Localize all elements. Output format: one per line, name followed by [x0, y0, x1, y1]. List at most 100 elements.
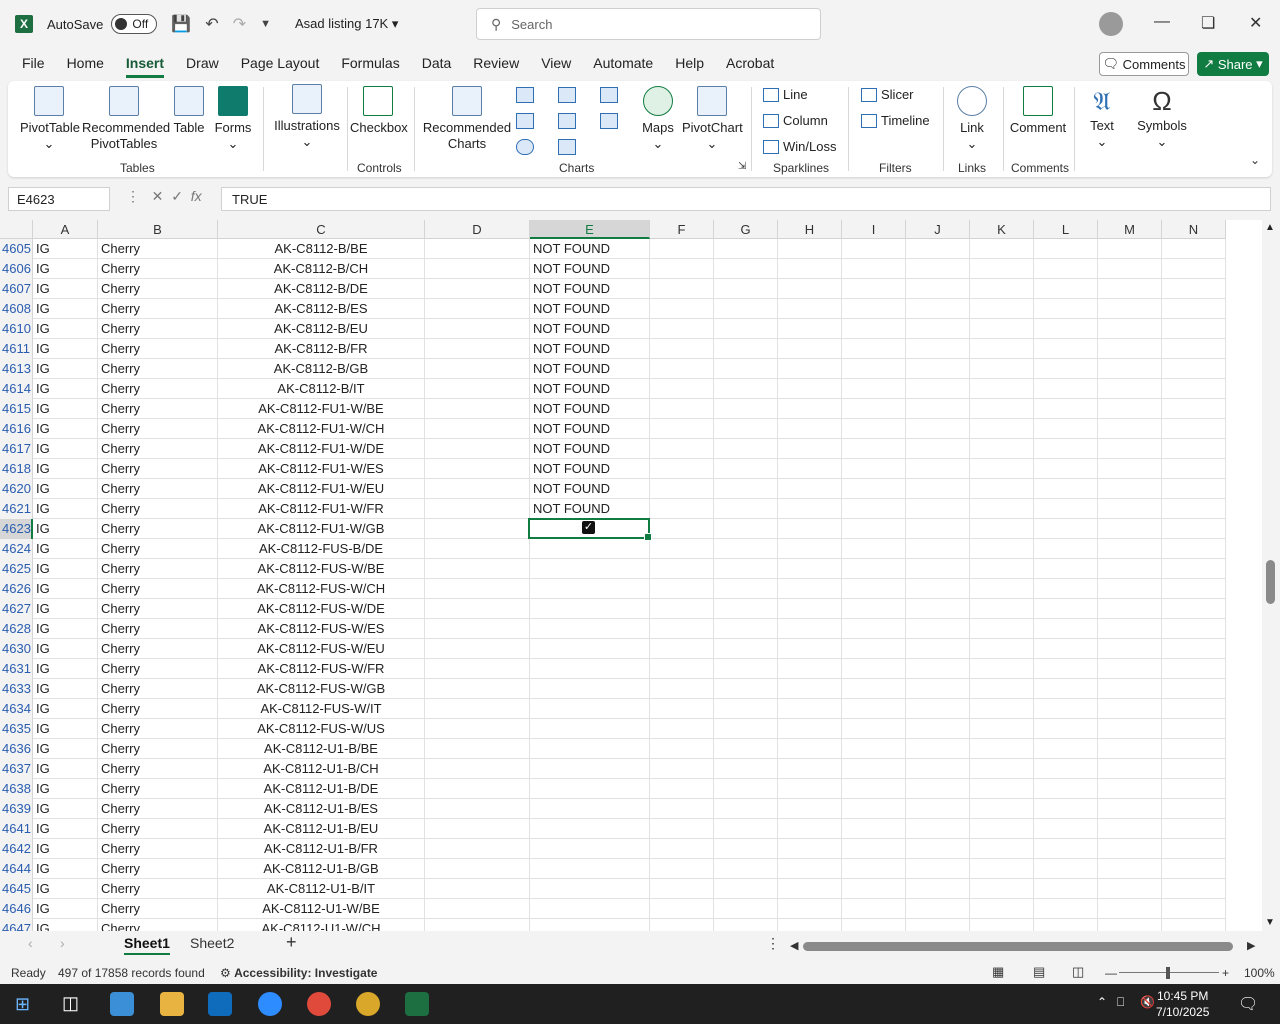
cell-k[interactable] [970, 639, 1034, 659]
cell-c[interactable]: AK-C8112-U1-B/IT [218, 879, 425, 899]
forms-button[interactable]: Forms ⌄ [213, 86, 253, 152]
cell-h[interactable] [778, 619, 842, 639]
cell-m[interactable] [1098, 419, 1162, 439]
cell-l[interactable] [1034, 699, 1098, 719]
collapse-ribbon-icon[interactable]: ⌄ [1250, 153, 1260, 167]
cell-i[interactable] [842, 899, 906, 919]
comment-button[interactable]: Comment [1008, 86, 1068, 136]
page-layout-view-icon[interactable]: ▤ [1033, 964, 1045, 980]
cell-a[interactable]: IG [33, 419, 98, 439]
cell-g[interactable] [714, 759, 778, 779]
checkbox-button[interactable]: Checkbox [350, 86, 408, 136]
cell-l[interactable] [1034, 599, 1098, 619]
cell-m[interactable] [1098, 659, 1162, 679]
row-number[interactable]: 4607 [0, 279, 33, 299]
cell-h[interactable] [778, 559, 842, 579]
windows-start-icon[interactable]: ⊞ [15, 994, 30, 1015]
cell-l[interactable] [1034, 399, 1098, 419]
cell-i[interactable] [842, 539, 906, 559]
cell-c[interactable]: AK-C8112-FUS-W/DE [218, 599, 425, 619]
cell-a[interactable]: IG [33, 399, 98, 419]
cell-c[interactable]: AK-C8112-B/ES [218, 299, 425, 319]
cell-b[interactable]: Cherry [98, 339, 218, 359]
cell-d[interactable] [425, 379, 530, 399]
page-break-view-icon[interactable]: ◫ [1072, 964, 1084, 980]
cell-c[interactable]: AK-C8112-B/BE [218, 239, 425, 259]
cell-b[interactable]: Cherry [98, 839, 218, 859]
cell-j[interactable] [906, 359, 970, 379]
cell-e[interactable] [530, 699, 650, 719]
cell-n[interactable] [1162, 439, 1226, 459]
cancel-icon[interactable]: ✕ [152, 188, 164, 204]
cell-l[interactable] [1034, 859, 1098, 879]
cell-i[interactable] [842, 559, 906, 579]
cell-n[interactable] [1162, 819, 1226, 839]
close-icon[interactable]: ✕ [1249, 13, 1262, 33]
cell-d[interactable] [425, 599, 530, 619]
cell-m[interactable] [1098, 359, 1162, 379]
cell-b[interactable]: Cherry [98, 739, 218, 759]
cell-c[interactable]: AK-C8112-B/CH [218, 259, 425, 279]
cell-i[interactable] [842, 299, 906, 319]
outlook-icon[interactable] [208, 992, 232, 1016]
table-button[interactable]: Table [171, 86, 207, 136]
cell-h[interactable] [778, 819, 842, 839]
cell-a[interactable]: IG [33, 239, 98, 259]
cell-b[interactable]: Cherry [98, 359, 218, 379]
cell-b[interactable]: Cherry [98, 499, 218, 519]
row-number[interactable]: 4615 [0, 399, 33, 419]
cell-j[interactable] [906, 299, 970, 319]
cell-l[interactable] [1034, 619, 1098, 639]
cell-g[interactable] [714, 479, 778, 499]
cell-j[interactable] [906, 339, 970, 359]
cell-e[interactable] [530, 739, 650, 759]
cell-d[interactable] [425, 279, 530, 299]
cell-h[interactable] [778, 259, 842, 279]
cell-c[interactable]: AK-C8112-FUS-W/CH [218, 579, 425, 599]
cell-h[interactable] [778, 439, 842, 459]
cell-g[interactable] [714, 719, 778, 739]
cell-i[interactable] [842, 679, 906, 699]
cell-i[interactable] [842, 519, 906, 539]
cell-m[interactable] [1098, 579, 1162, 599]
cell-m[interactable] [1098, 779, 1162, 799]
cell-h[interactable] [778, 759, 842, 779]
row-number[interactable]: 4647 [0, 919, 33, 931]
cell-f[interactable] [650, 779, 714, 799]
cell-f[interactable] [650, 839, 714, 859]
cell-k[interactable] [970, 379, 1034, 399]
cell-e[interactable] [530, 539, 650, 559]
cell-n[interactable] [1162, 699, 1226, 719]
sparkline-winloss-button[interactable]: Win/Loss [763, 139, 836, 154]
cell-b[interactable]: Cherry [98, 399, 218, 419]
cell-j[interactable] [906, 379, 970, 399]
cell-f[interactable] [650, 419, 714, 439]
cell-j[interactable] [906, 319, 970, 339]
cell-i[interactable] [842, 239, 906, 259]
cell-j[interactable] [906, 619, 970, 639]
cell-j[interactable] [906, 659, 970, 679]
cell-c[interactable]: AK-C8112-FUS-W/IT [218, 699, 425, 719]
cell-n[interactable] [1162, 739, 1226, 759]
cell-h[interactable] [778, 899, 842, 919]
cell-j[interactable] [906, 519, 970, 539]
cell-n[interactable] [1162, 519, 1226, 539]
cell-a[interactable]: IG [33, 319, 98, 339]
vertical-scroll-thumb[interactable] [1266, 560, 1275, 604]
cell-b[interactable]: Cherry [98, 619, 218, 639]
cell-j[interactable] [906, 419, 970, 439]
cell-k[interactable] [970, 599, 1034, 619]
cell-j[interactable] [906, 779, 970, 799]
cell-d[interactable] [425, 539, 530, 559]
cell-g[interactable] [714, 619, 778, 639]
cell-d[interactable] [425, 839, 530, 859]
sheet-tab-sheet1[interactable]: Sheet1 [124, 935, 170, 955]
cell-l[interactable] [1034, 879, 1098, 899]
tab-draw[interactable]: Draw [186, 55, 219, 71]
cell-f[interactable] [650, 679, 714, 699]
cell-b[interactable]: Cherry [98, 319, 218, 339]
cell-d[interactable] [425, 859, 530, 879]
cell-g[interactable] [714, 659, 778, 679]
cell-m[interactable] [1098, 459, 1162, 479]
cell-m[interactable] [1098, 619, 1162, 639]
